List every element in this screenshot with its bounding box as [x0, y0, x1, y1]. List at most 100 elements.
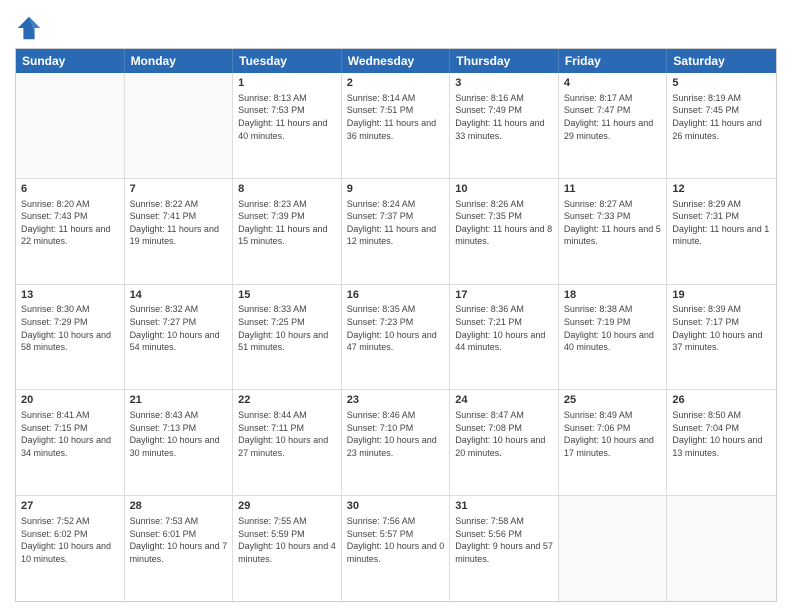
- day-info: Sunrise: 8:14 AMSunset: 7:51 PMDaylight:…: [347, 92, 445, 142]
- day-number: 16: [347, 288, 445, 303]
- calendar-cell: 16Sunrise: 8:35 AMSunset: 7:23 PMDayligh…: [342, 285, 451, 390]
- logo-icon: [15, 14, 43, 42]
- day-info: Sunrise: 8:38 AMSunset: 7:19 PMDaylight:…: [564, 303, 662, 353]
- day-info: Sunrise: 8:46 AMSunset: 7:10 PMDaylight:…: [347, 409, 445, 459]
- calendar-cell: 7Sunrise: 8:22 AMSunset: 7:41 PMDaylight…: [125, 179, 234, 284]
- calendar-body: 1Sunrise: 8:13 AMSunset: 7:53 PMDaylight…: [16, 73, 776, 601]
- calendar-cell: 30Sunrise: 7:56 AMSunset: 5:57 PMDayligh…: [342, 496, 451, 601]
- calendar-cell: 14Sunrise: 8:32 AMSunset: 7:27 PMDayligh…: [125, 285, 234, 390]
- calendar-cell: 19Sunrise: 8:39 AMSunset: 7:17 PMDayligh…: [667, 285, 776, 390]
- day-number: 26: [672, 393, 771, 408]
- calendar-cell: 26Sunrise: 8:50 AMSunset: 7:04 PMDayligh…: [667, 390, 776, 495]
- calendar-cell: 1Sunrise: 8:13 AMSunset: 7:53 PMDaylight…: [233, 73, 342, 178]
- day-number: 3: [455, 76, 553, 91]
- calendar-cell: [16, 73, 125, 178]
- day-number: 10: [455, 182, 553, 197]
- day-number: 14: [130, 288, 228, 303]
- day-info: Sunrise: 8:20 AMSunset: 7:43 PMDaylight:…: [21, 198, 119, 248]
- day-info: Sunrise: 8:27 AMSunset: 7:33 PMDaylight:…: [564, 198, 662, 248]
- calendar-header-thursday: Thursday: [450, 49, 559, 73]
- day-number: 21: [130, 393, 228, 408]
- day-number: 12: [672, 182, 771, 197]
- day-info: Sunrise: 7:55 AMSunset: 5:59 PMDaylight:…: [238, 515, 336, 565]
- calendar-header-row: SundayMondayTuesdayWednesdayThursdayFrid…: [16, 49, 776, 73]
- calendar-header-sunday: Sunday: [16, 49, 125, 73]
- calendar-cell: 4Sunrise: 8:17 AMSunset: 7:47 PMDaylight…: [559, 73, 668, 178]
- day-info: Sunrise: 8:41 AMSunset: 7:15 PMDaylight:…: [21, 409, 119, 459]
- day-info: Sunrise: 8:47 AMSunset: 7:08 PMDaylight:…: [455, 409, 553, 459]
- day-number: 18: [564, 288, 662, 303]
- calendar-week-2: 6Sunrise: 8:20 AMSunset: 7:43 PMDaylight…: [16, 179, 776, 285]
- calendar-cell: 6Sunrise: 8:20 AMSunset: 7:43 PMDaylight…: [16, 179, 125, 284]
- day-number: 25: [564, 393, 662, 408]
- day-number: 24: [455, 393, 553, 408]
- day-number: 11: [564, 182, 662, 197]
- calendar-cell: 12Sunrise: 8:29 AMSunset: 7:31 PMDayligh…: [667, 179, 776, 284]
- calendar-cell: 28Sunrise: 7:53 AMSunset: 6:01 PMDayligh…: [125, 496, 234, 601]
- day-number: 19: [672, 288, 771, 303]
- day-info: Sunrise: 8:24 AMSunset: 7:37 PMDaylight:…: [347, 198, 445, 248]
- day-info: Sunrise: 8:17 AMSunset: 7:47 PMDaylight:…: [564, 92, 662, 142]
- day-number: 31: [455, 499, 553, 514]
- calendar-cell: 29Sunrise: 7:55 AMSunset: 5:59 PMDayligh…: [233, 496, 342, 601]
- day-number: 22: [238, 393, 336, 408]
- calendar-cell: 27Sunrise: 7:52 AMSunset: 6:02 PMDayligh…: [16, 496, 125, 601]
- day-info: Sunrise: 8:35 AMSunset: 7:23 PMDaylight:…: [347, 303, 445, 353]
- day-number: 4: [564, 76, 662, 91]
- calendar-week-4: 20Sunrise: 8:41 AMSunset: 7:15 PMDayligh…: [16, 390, 776, 496]
- page: SundayMondayTuesdayWednesdayThursdayFrid…: [0, 0, 792, 612]
- calendar-cell: 17Sunrise: 8:36 AMSunset: 7:21 PMDayligh…: [450, 285, 559, 390]
- calendar-cell: 8Sunrise: 8:23 AMSunset: 7:39 PMDaylight…: [233, 179, 342, 284]
- calendar-header-friday: Friday: [559, 49, 668, 73]
- day-number: 28: [130, 499, 228, 514]
- day-info: Sunrise: 8:16 AMSunset: 7:49 PMDaylight:…: [455, 92, 553, 142]
- day-number: 8: [238, 182, 336, 197]
- day-info: Sunrise: 7:52 AMSunset: 6:02 PMDaylight:…: [21, 515, 119, 565]
- calendar-cell: 13Sunrise: 8:30 AMSunset: 7:29 PMDayligh…: [16, 285, 125, 390]
- day-info: Sunrise: 8:22 AMSunset: 7:41 PMDaylight:…: [130, 198, 228, 248]
- calendar-cell: 25Sunrise: 8:49 AMSunset: 7:06 PMDayligh…: [559, 390, 668, 495]
- calendar-cell: 10Sunrise: 8:26 AMSunset: 7:35 PMDayligh…: [450, 179, 559, 284]
- day-info: Sunrise: 8:32 AMSunset: 7:27 PMDaylight:…: [130, 303, 228, 353]
- day-number: 9: [347, 182, 445, 197]
- day-info: Sunrise: 8:44 AMSunset: 7:11 PMDaylight:…: [238, 409, 336, 459]
- calendar-cell: [125, 73, 234, 178]
- header: [15, 10, 777, 42]
- day-info: Sunrise: 7:53 AMSunset: 6:01 PMDaylight:…: [130, 515, 228, 565]
- calendar-cell: [559, 496, 668, 601]
- calendar-cell: [667, 496, 776, 601]
- day-number: 1: [238, 76, 336, 91]
- calendar-cell: 9Sunrise: 8:24 AMSunset: 7:37 PMDaylight…: [342, 179, 451, 284]
- calendar-cell: 2Sunrise: 8:14 AMSunset: 7:51 PMDaylight…: [342, 73, 451, 178]
- day-number: 7: [130, 182, 228, 197]
- day-info: Sunrise: 8:30 AMSunset: 7:29 PMDaylight:…: [21, 303, 119, 353]
- day-info: Sunrise: 8:49 AMSunset: 7:06 PMDaylight:…: [564, 409, 662, 459]
- calendar-cell: 5Sunrise: 8:19 AMSunset: 7:45 PMDaylight…: [667, 73, 776, 178]
- day-number: 30: [347, 499, 445, 514]
- calendar-week-5: 27Sunrise: 7:52 AMSunset: 6:02 PMDayligh…: [16, 496, 776, 601]
- day-number: 5: [672, 76, 771, 91]
- day-info: Sunrise: 8:26 AMSunset: 7:35 PMDaylight:…: [455, 198, 553, 248]
- calendar-header-monday: Monday: [125, 49, 234, 73]
- day-number: 20: [21, 393, 119, 408]
- day-info: Sunrise: 8:33 AMSunset: 7:25 PMDaylight:…: [238, 303, 336, 353]
- logo: [15, 14, 47, 42]
- calendar-cell: 15Sunrise: 8:33 AMSunset: 7:25 PMDayligh…: [233, 285, 342, 390]
- day-info: Sunrise: 8:13 AMSunset: 7:53 PMDaylight:…: [238, 92, 336, 142]
- calendar-cell: 31Sunrise: 7:58 AMSunset: 5:56 PMDayligh…: [450, 496, 559, 601]
- day-number: 27: [21, 499, 119, 514]
- day-info: Sunrise: 8:50 AMSunset: 7:04 PMDaylight:…: [672, 409, 771, 459]
- day-info: Sunrise: 8:39 AMSunset: 7:17 PMDaylight:…: [672, 303, 771, 353]
- day-number: 15: [238, 288, 336, 303]
- calendar-cell: 11Sunrise: 8:27 AMSunset: 7:33 PMDayligh…: [559, 179, 668, 284]
- calendar-cell: 21Sunrise: 8:43 AMSunset: 7:13 PMDayligh…: [125, 390, 234, 495]
- day-number: 13: [21, 288, 119, 303]
- day-info: Sunrise: 7:56 AMSunset: 5:57 PMDaylight:…: [347, 515, 445, 565]
- calendar-cell: 3Sunrise: 8:16 AMSunset: 7:49 PMDaylight…: [450, 73, 559, 178]
- day-info: Sunrise: 8:19 AMSunset: 7:45 PMDaylight:…: [672, 92, 771, 142]
- day-info: Sunrise: 8:43 AMSunset: 7:13 PMDaylight:…: [130, 409, 228, 459]
- day-number: 29: [238, 499, 336, 514]
- calendar: SundayMondayTuesdayWednesdayThursdayFrid…: [15, 48, 777, 602]
- calendar-header-saturday: Saturday: [667, 49, 776, 73]
- day-info: Sunrise: 8:23 AMSunset: 7:39 PMDaylight:…: [238, 198, 336, 248]
